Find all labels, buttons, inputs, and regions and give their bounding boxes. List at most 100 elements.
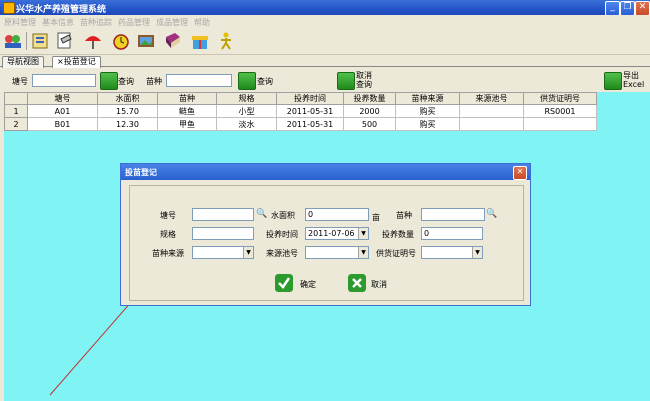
chevron-down-icon[interactable]: ▼ bbox=[358, 228, 368, 239]
tab-label: 导航视图 bbox=[7, 57, 39, 66]
dialog-pool-select[interactable]: ▼ bbox=[305, 246, 369, 259]
tab-strip: 导航视图 ×投苗登记 bbox=[0, 55, 650, 68]
maximize-button[interactable]: ❐ bbox=[620, 1, 635, 16]
table-cell[interactable]: 2011-05-31 bbox=[276, 117, 344, 131]
search-icon[interactable] bbox=[100, 72, 118, 90]
chevron-down-icon[interactable]: ▼ bbox=[472, 247, 482, 258]
column-header[interactable]: 水面积 bbox=[97, 92, 158, 105]
umbrella-icon[interactable] bbox=[83, 31, 103, 51]
export-icon[interactable] bbox=[604, 72, 622, 90]
close-button[interactable]: ✕ bbox=[635, 1, 650, 16]
cancel-query-button[interactable]: 取消 查询 bbox=[356, 71, 372, 89]
tab-navigation-view[interactable]: 导航视图 bbox=[2, 56, 44, 68]
search-icon[interactable] bbox=[238, 72, 256, 90]
table-cell[interactable]: 购买 bbox=[395, 104, 460, 118]
table-cell[interactable]: 2011-05-31 bbox=[276, 104, 344, 118]
app-icon bbox=[3, 2, 15, 14]
fry-search-input[interactable] bbox=[166, 74, 232, 87]
dialog-fry-input[interactable] bbox=[421, 208, 485, 221]
minimize-button[interactable]: _ bbox=[605, 1, 620, 16]
dialog-qty-input[interactable]: 0 bbox=[421, 227, 483, 240]
dialog-source-select[interactable]: ▼ bbox=[192, 246, 254, 259]
cancel-x-icon[interactable] bbox=[348, 274, 366, 292]
pond-info-icon[interactable] bbox=[31, 31, 51, 51]
row-number[interactable]: 2 bbox=[4, 117, 28, 131]
alarm-clock-icon[interactable] bbox=[111, 31, 131, 51]
dialog-title: 投苗登记 bbox=[125, 168, 157, 177]
table-cell[interactable]: 小型 bbox=[216, 104, 277, 118]
table-cell[interactable]: A01 bbox=[27, 104, 98, 118]
table-row[interactable]: 1 A01 15.70 鲢鱼 小型 2011-05-31 2000 购买 RS0… bbox=[4, 104, 597, 118]
query-button-1[interactable]: 查询 bbox=[118, 76, 134, 87]
checkmark-icon[interactable] bbox=[275, 274, 293, 292]
fry-search-label: 苗种 bbox=[146, 77, 162, 86]
tab-close-icon[interactable]: × bbox=[57, 57, 64, 66]
table-cell[interactable] bbox=[523, 117, 597, 131]
cancel-button[interactable]: 取消 bbox=[371, 279, 387, 290]
column-header[interactable]: 苗种 bbox=[157, 92, 217, 105]
dialog-time-picker[interactable]: 2011-07-06 ▼ bbox=[305, 227, 369, 240]
query-button-2[interactable]: 查询 bbox=[257, 76, 273, 87]
column-header[interactable]: 投养时间 bbox=[276, 92, 344, 105]
table-cell[interactable]: B01 bbox=[27, 117, 98, 131]
column-header[interactable]: 塘号 bbox=[27, 92, 98, 105]
tab-label: 投苗登记 bbox=[63, 57, 96, 66]
dialog-cert-select[interactable]: ▼ bbox=[421, 246, 483, 259]
export-excel-button[interactable]: 导出 Excel bbox=[623, 71, 644, 89]
row-number[interactable]: 1 bbox=[4, 104, 28, 118]
ok-button[interactable]: 确定 bbox=[300, 279, 316, 290]
search-row: 塘号 查询 苗种 查询 取消 查询 导出 Excel bbox=[0, 68, 650, 92]
chevron-down-icon[interactable]: ▼ bbox=[358, 247, 368, 258]
column-header[interactable]: 规格 bbox=[216, 92, 277, 105]
dialog-area-label: 水面积 bbox=[271, 211, 295, 220]
dialog-area-unit: 亩 bbox=[372, 213, 380, 222]
table-cell[interactable]: 12.30 bbox=[97, 117, 158, 131]
table-cell[interactable]: 淡水 bbox=[216, 117, 277, 131]
menu-item-products[interactable]: 成品管理 bbox=[156, 17, 188, 28]
toolbar-separator bbox=[26, 32, 27, 50]
table-cell[interactable]: RS0001 bbox=[523, 104, 597, 118]
table-row[interactable]: 2 B01 12.30 甲鱼 淡水 2011-05-31 500 购买 bbox=[4, 117, 597, 131]
table-cell[interactable]: 鲢鱼 bbox=[157, 104, 217, 118]
tab-fry-registration[interactable]: ×投苗登记 bbox=[52, 56, 101, 68]
search-icon[interactable]: 🔍 bbox=[256, 208, 268, 220]
table-cell[interactable]: 15.70 bbox=[97, 104, 158, 118]
table-cell[interactable]: 2000 bbox=[343, 104, 396, 118]
pond-search-label: 塘号 bbox=[12, 77, 28, 86]
dialog-spec-input[interactable] bbox=[192, 227, 254, 240]
picture-icon[interactable] bbox=[136, 31, 156, 51]
dialog-close-button[interactable]: ✕ bbox=[513, 166, 527, 180]
dialog-time-value: 2011-07-06 bbox=[308, 229, 355, 238]
window-title: 兴华水产养殖管理系统 bbox=[16, 5, 107, 15]
dialog-pool-label: 来源池号 bbox=[266, 249, 298, 258]
toolbar bbox=[0, 28, 650, 55]
column-header[interactable]: 苗种来源 bbox=[395, 92, 460, 105]
gift-icon[interactable] bbox=[190, 31, 210, 51]
table-cell[interactable] bbox=[459, 117, 524, 131]
dialog-pond-input[interactable] bbox=[192, 208, 254, 221]
records-icon[interactable] bbox=[55, 31, 75, 51]
menu-item-medicine[interactable]: 药品管理 bbox=[118, 17, 150, 28]
exit-icon[interactable] bbox=[216, 31, 236, 51]
column-header[interactable]: 投养数量 bbox=[343, 92, 396, 105]
table-cell[interactable]: 500 bbox=[343, 117, 396, 131]
table-cell[interactable]: 购买 bbox=[395, 117, 460, 131]
dialog-pond-label: 塘号 bbox=[160, 211, 176, 220]
book-icon[interactable] bbox=[163, 31, 183, 51]
menu-item-materials[interactable]: 原料管理 bbox=[4, 17, 36, 28]
switch-user-icon[interactable] bbox=[3, 31, 23, 51]
column-header[interactable]: 来源池号 bbox=[459, 92, 524, 105]
search-icon[interactable]: 🔍 bbox=[486, 208, 498, 220]
dialog-area-input[interactable]: 0 bbox=[305, 208, 369, 221]
row-header-corner bbox=[4, 92, 28, 105]
undo-icon[interactable] bbox=[337, 72, 355, 90]
column-header[interactable]: 供货证明号 bbox=[523, 92, 597, 105]
table-cell[interactable] bbox=[459, 104, 524, 118]
pond-search-input[interactable] bbox=[32, 74, 96, 87]
dialog-qty-label: 投养数量 bbox=[382, 230, 414, 239]
menu-item-fry-tracking[interactable]: 苗种追踪 bbox=[80, 17, 112, 28]
table-cell[interactable]: 甲鱼 bbox=[157, 117, 217, 131]
menu-item-basic-info[interactable]: 基本信息 bbox=[42, 17, 74, 28]
chevron-down-icon[interactable]: ▼ bbox=[243, 247, 253, 258]
menu-item-help[interactable]: 帮助 bbox=[194, 17, 210, 28]
